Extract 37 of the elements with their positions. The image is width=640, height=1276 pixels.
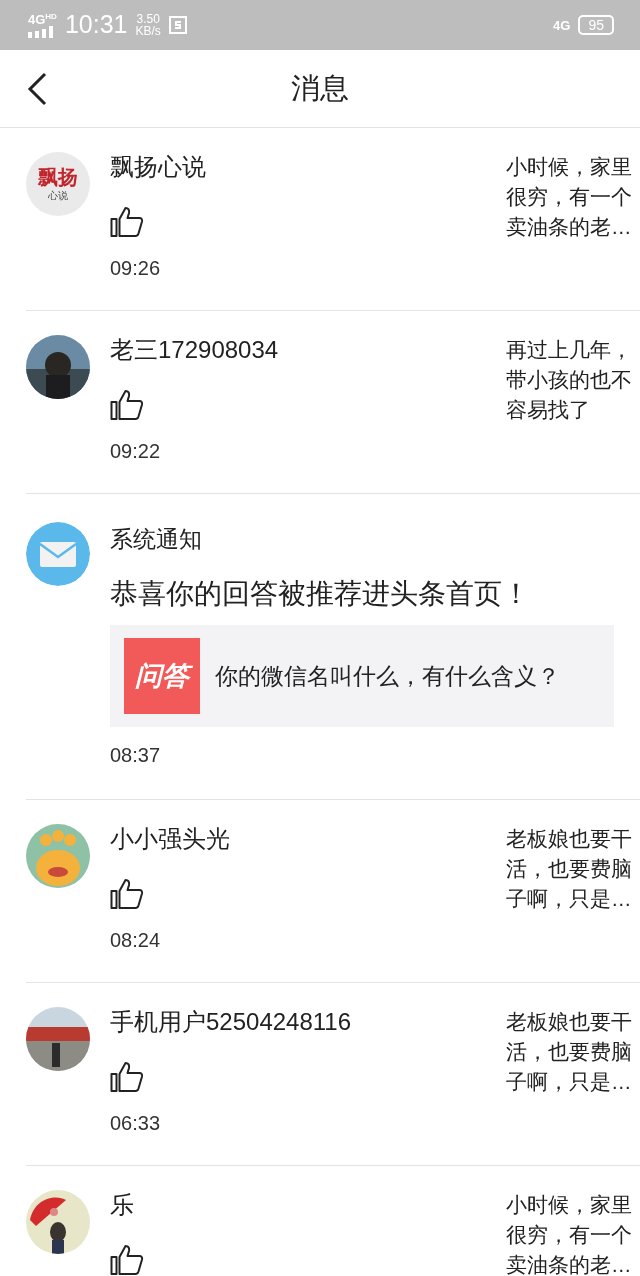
screenshot-icon xyxy=(168,16,187,34)
signal-icon xyxy=(28,25,54,38)
like-icon[interactable] xyxy=(110,1244,144,1276)
like-icon[interactable] xyxy=(110,206,144,238)
comment-excerpt: 小时候，家里很穷，有一个卖油条的老… xyxy=(506,1192,633,1276)
avatar-text: 飘扬 xyxy=(38,166,78,187)
message-time: 06:33 xyxy=(110,1111,162,1136)
mail-icon xyxy=(26,522,90,586)
page-title: 消息 xyxy=(291,70,349,106)
question-text: 你的微信名叫什么，有什么含义？ xyxy=(215,661,560,691)
user-name[interactable]: 乐 xyxy=(110,1190,498,1220)
question-card[interactable]: 问答 你的微信名叫什么，有什么含义？ xyxy=(110,625,614,727)
user-name[interactable]: 老三172908034 xyxy=(110,335,498,365)
network-speed: 3.50 xyxy=(136,13,160,25)
like-icon[interactable] xyxy=(110,878,144,910)
app-badge: 问答 xyxy=(124,638,200,714)
notification-text: 恭喜你的回答被推荐进头条首页！ xyxy=(110,577,531,611)
comment-excerpt: 小时候，家里很穷，有一个卖油条的老… xyxy=(506,154,633,240)
like-icon[interactable] xyxy=(110,389,144,421)
sender-name: 系统通知 xyxy=(110,525,203,554)
avatar-text: 心说 xyxy=(48,189,68,202)
back-icon[interactable] xyxy=(26,72,48,106)
like-icon[interactable] xyxy=(110,1061,144,1093)
user-name[interactable]: 飘扬心说 xyxy=(110,152,498,182)
comment-excerpt: 老板娘也要干活，也要费脑子啊，只是… xyxy=(506,826,633,912)
comment-excerpt: 老板娘也要干活，也要费脑子啊，只是… xyxy=(506,1009,633,1095)
message-time: 09:22 xyxy=(110,439,162,464)
clock: 10:31 xyxy=(64,9,128,41)
message-time: 09:26 xyxy=(110,256,162,281)
user-name[interactable]: 小小强头光 xyxy=(110,824,498,854)
network-type: 4G xyxy=(553,18,571,32)
battery-level: 95 xyxy=(578,15,614,35)
comment-excerpt: 再过上几年，带小孩的也不容易找了 xyxy=(506,337,633,423)
message-time: 08:24 xyxy=(110,928,162,953)
message-time: 08:37 xyxy=(110,743,162,768)
user-name[interactable]: 手机用户52504248116 xyxy=(110,1007,498,1037)
speed-unit: KB/s xyxy=(135,25,161,37)
